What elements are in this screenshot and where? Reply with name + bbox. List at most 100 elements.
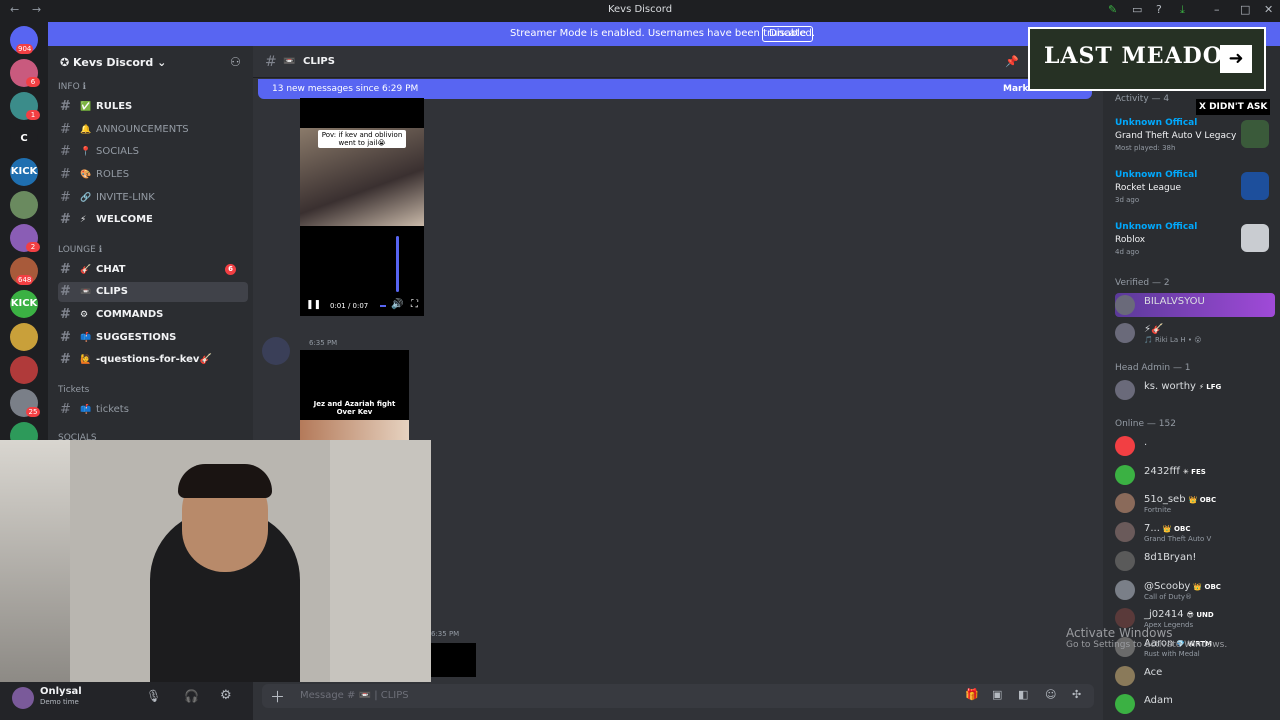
hash-icon: #	[60, 190, 71, 205]
hash-icon: #	[60, 144, 71, 159]
member-row[interactable]: .	[1115, 434, 1275, 458]
channel-questions-for-kev[interactable]: # 🙋 -questions-for-kev🎸	[58, 350, 248, 370]
channel-invite-link[interactable]: # 🔗 INVITE-LINK	[58, 188, 248, 208]
settings-gear-icon[interactable]: ⚙	[220, 688, 232, 703]
channel-chat[interactable]: # 🎸 CHAT 6	[58, 260, 248, 280]
message-input[interactable]: Message # 📼 | CLIPS	[300, 690, 409, 701]
discord-window: ← → Kevs Discord ✎ ▭ ? ⤓ – □ ✕ Streamer …	[0, 0, 1280, 720]
video-thumbnail-2[interactable]	[431, 643, 476, 677]
channel-suggestions[interactable]: # 📫 SUGGESTIONS	[58, 328, 248, 348]
help-icon[interactable]: ?	[1156, 3, 1162, 16]
activity-card[interactable]: Unknown Offical Roblox 4d ago	[1115, 222, 1275, 268]
member-row[interactable]: Adam	[1115, 692, 1275, 716]
fullscreen-icon[interactable]: ⛶	[411, 299, 418, 310]
headphones-icon[interactable]: 🎧	[184, 689, 199, 703]
member-name-text: ks. worthy	[1144, 381, 1196, 392]
new-messages-bar[interactable]: 13 new messages since 6:29 PM Mark As Re…	[258, 79, 1092, 99]
download-icon[interactable]: ⤓	[1180, 3, 1185, 17]
emoji-icon[interactable]: ☺	[1045, 688, 1056, 701]
member-row[interactable]: 8d1Bryan!	[1115, 549, 1275, 573]
guild-icon: ✪	[60, 56, 74, 69]
apps-icon[interactable]: ✣	[1072, 688, 1081, 701]
sticker-icon[interactable]: ◧	[1018, 688, 1028, 701]
server-list: 904 6 1 C KICK 2 648 KICK 25	[0, 20, 48, 450]
online-header: Online — 152	[1115, 419, 1176, 429]
activity-card[interactable]: Unknown Offical Rocket League 3d ago	[1115, 170, 1275, 216]
channel-label: CLIPS	[96, 286, 128, 297]
channel-announcements[interactable]: # 🔔 ANNOUNCEMENTS	[58, 120, 248, 140]
channel-welcome[interactable]: # ⚡ WELCOME	[58, 210, 248, 230]
gif-icon[interactable]: ▣	[992, 688, 1002, 701]
chevron-down-icon: ⌄	[157, 56, 167, 69]
member-name-text: _j02414	[1144, 609, 1184, 621]
video-thumbnail-caption: Jez and Azariah fight Over Kev	[313, 400, 396, 416]
server-icon[interactable]	[10, 356, 38, 384]
header-channel-emoji: 📼	[283, 56, 296, 67]
hash-icon: #	[60, 212, 71, 227]
guild-header[interactable]: ✪ Kevs Discord ⌄	[60, 56, 166, 69]
add-attachment-icon[interactable]: ＋	[270, 686, 285, 707]
member-row[interactable]: 51o_seb 👑 OBC Fortnite	[1115, 491, 1275, 515]
inbox-icon[interactable]: ▭	[1132, 3, 1142, 16]
channel-socials[interactable]: # 📍 SOCIALS	[58, 142, 248, 162]
header-channel-name: CLIPS	[303, 56, 335, 67]
volume-slider[interactable]	[396, 236, 399, 292]
channel-rules[interactable]: # ✅ RULES	[58, 97, 248, 117]
channel-label: ROLES	[96, 169, 130, 180]
microphone-icon[interactable]: 🎙	[146, 689, 161, 703]
server-icon[interactable]: KICK	[10, 158, 38, 186]
verified-header: Verified — 2	[1115, 278, 1170, 288]
category-tickets[interactable]: Tickets	[58, 385, 89, 395]
member-row[interactable]: 7... 👑 OBC Grand Theft Auto V	[1115, 520, 1275, 544]
member-row[interactable]: @Scooby 👑 OBC Call of Duty®	[1115, 578, 1275, 602]
pause-icon[interactable]: ❚❚	[306, 300, 321, 310]
category-lounge[interactable]: LOUNGE ℹ	[58, 245, 102, 255]
pin-icon[interactable]: 📌	[1005, 55, 1019, 68]
hash-icon: #	[60, 284, 71, 299]
avatar[interactable]	[12, 687, 34, 709]
disable-button[interactable]: Disable	[762, 26, 814, 42]
close-icon[interactable]: ✕	[1264, 3, 1273, 16]
server-icon[interactable]	[10, 323, 38, 351]
avatar	[1115, 380, 1135, 400]
nitro-icon[interactable]: ✎	[1108, 3, 1117, 16]
video-progress[interactable]	[380, 305, 386, 307]
server-icon[interactable]	[10, 191, 38, 219]
member-row[interactable]: BILALVSYOU	[1115, 293, 1275, 317]
new-messages-text: 13 new messages since 6:29 PM	[272, 84, 419, 94]
hash-icon: #	[60, 122, 71, 137]
member-row[interactable]: 2432fff ✳ FES	[1115, 463, 1275, 487]
member-name: 2432fff ✳ FES	[1144, 466, 1206, 477]
channel-roles[interactable]: # 🎨 ROLES	[58, 165, 248, 185]
member-row[interactable]: Ace	[1115, 664, 1275, 688]
member-row[interactable]: ks. worthy ⚡ LFG	[1115, 378, 1275, 402]
server-icon[interactable]: KICK	[10, 290, 38, 318]
member-name-text: Adam	[1144, 695, 1173, 707]
channel-label: INVITE-LINK	[96, 192, 155, 203]
maximize-icon[interactable]: □	[1240, 3, 1250, 16]
activity-header: Activity — 4	[1115, 94, 1170, 104]
channel-header: # 📼 CLIPS 📌	[253, 46, 1103, 78]
gift-icon[interactable]: 🎁	[965, 688, 979, 701]
channel-clips[interactable]: # 📼 CLIPS	[58, 282, 248, 302]
avatar	[1115, 665, 1135, 686]
member-name-text: @Scooby	[1144, 580, 1191, 592]
channel-emoji: 📼	[80, 287, 92, 297]
channel-commands[interactable]: # ⚙ COMMANDS	[58, 305, 248, 325]
avatar	[1115, 436, 1135, 456]
channel-tickets[interactable]: # 📫 tickets	[58, 400, 248, 420]
author-avatar[interactable]	[262, 337, 290, 365]
add-member-icon[interactable]: ⚇	[230, 55, 241, 69]
member-row[interactable]: ⚡🎸 🎵 Riki La H • 😮	[1115, 321, 1275, 345]
server-badge: 2	[26, 242, 40, 252]
minimize-icon[interactable]: –	[1214, 3, 1220, 16]
video-player[interactable]: Pov: if kev and oblivion went to jail😭 ❚…	[300, 98, 424, 316]
activity-card[interactable]: Unknown Offical Grand Theft Auto V Legacy…	[1115, 118, 1275, 164]
category-info[interactable]: INFO ℹ	[58, 82, 86, 92]
server-icon[interactable]: C	[10, 125, 38, 153]
channel-label: CHAT	[96, 264, 126, 275]
message-composer[interactable]: ＋ Message # 📼 | CLIPS 🎁 ▣ ◧ ☺ ✣	[262, 684, 1094, 708]
member-name-text: 51o_seb	[1144, 494, 1186, 506]
volume-icon[interactable]: 🔊	[391, 299, 403, 310]
video-thumbnail[interactable]: Jez and Azariah fight Over Kev	[300, 350, 409, 440]
